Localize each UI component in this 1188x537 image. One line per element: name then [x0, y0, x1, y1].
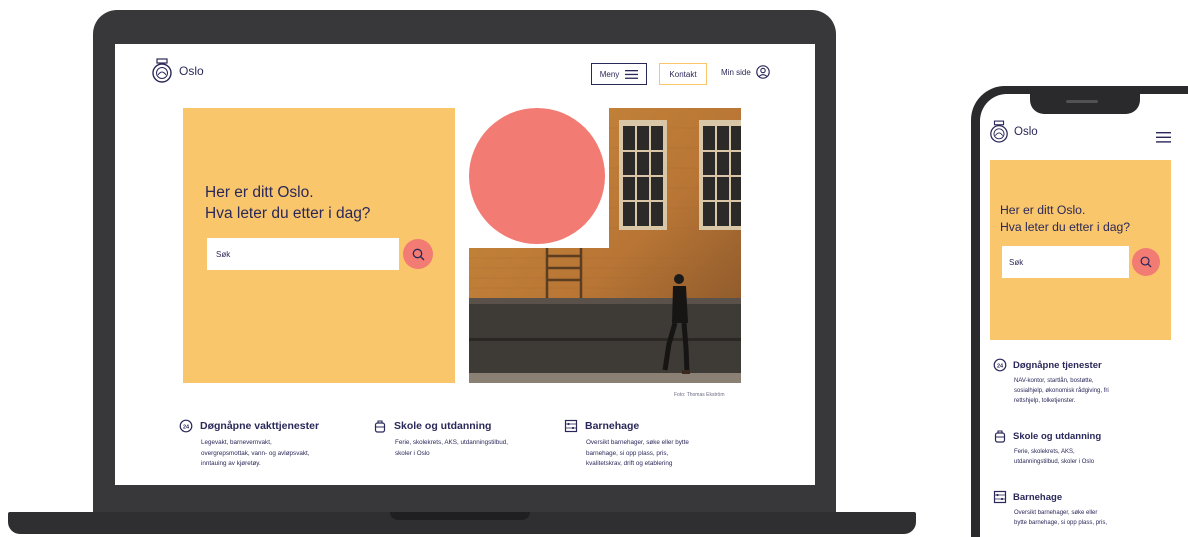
service-title: Barnehage — [1013, 491, 1063, 503]
mobile-site: Oslo Her er ditt Oslo. Hva leter du ette… — [980, 94, 1188, 537]
service-desc-line: kvalitetskrav, drift og etablering — [586, 460, 673, 467]
oslo-crest-icon — [152, 58, 172, 83]
service-desc-line: Ferie, skolekrets, AKS, — [1014, 449, 1075, 455]
service-title: Døgnåpne tjenester — [1013, 359, 1102, 371]
service-desc-line: Legevakt, barnevernvakt, — [201, 439, 272, 446]
service-card-vakttjenester[interactable]: 24 Døgnåpne vakttjenester Legevakt, barn… — [179, 419, 319, 470]
search-button[interactable] — [403, 239, 433, 269]
service-desc-line: overgrepsmottak, vann- og avløpsvakt, — [201, 449, 310, 457]
backpack-icon — [374, 420, 386, 433]
hero-title-line-2: Hva leter du etter i dag? — [1000, 220, 1131, 234]
hero-title-line-2: Hva leter du etter i dag? — [205, 205, 371, 222]
logo-text: Oslo — [1014, 126, 1038, 138]
24h-clock-icon: 24 — [993, 358, 1007, 372]
service-desc-line: rettshjelp, tolketjenster. — [1014, 398, 1076, 404]
oslo-crest-icon — [990, 120, 1008, 143]
abacus-icon — [564, 419, 578, 433]
service-description: Legevakt, barnevernvakt, overgrepsmottak… — [201, 438, 319, 470]
service-desc-line: utdanningstilbud, skoler i Oslo — [1014, 459, 1095, 465]
phone-notch — [1030, 94, 1140, 114]
hero-title: Her er ditt Oslo. Hva leter du etter i d… — [205, 182, 370, 224]
hero-panel: Her er ditt Oslo. Hva leter du etter i d… — [183, 108, 455, 383]
service-desc-line: sosialhjelp, økonomisk rådgiving, fri — [1014, 388, 1109, 394]
service-description: NAV-kontor, startlån, bostøtte, sosialhj… — [1014, 376, 1164, 406]
svg-text:24: 24 — [997, 363, 1004, 369]
site-logo[interactable]: Oslo — [151, 58, 204, 84]
desktop-site: Oslo Meny Kontakt Min side Her er ditt O… — [115, 44, 815, 485]
user-icon — [755, 65, 770, 79]
service-desc-line: bytte barnehage, si opp plass, pris, — [1014, 520, 1108, 526]
search-icon — [412, 248, 424, 260]
service-title: Døgnåpne vakttjenester — [200, 420, 320, 432]
mobile-search-input[interactable] — [1002, 246, 1129, 278]
service-title: Skole og utdanning — [1013, 430, 1102, 442]
service-desc-line: inntauing av kjøretøy. — [201, 460, 261, 467]
menu-label: Meny — [599, 69, 620, 79]
my-page-label: Min side — [721, 67, 751, 77]
mobile-hero-panel: Her er ditt Oslo. Hva leter du etter i d… — [990, 160, 1171, 340]
hero-photo — [469, 108, 741, 383]
service-desc-line: Oversikt barnehager, søke eller bytte — [586, 439, 689, 446]
service-desc-line: Oversikt barnehager, søke eller — [1014, 510, 1098, 516]
service-desc-line: Ferie, skolekrets, AKS, utdanningstilbud… — [395, 439, 509, 446]
service-description: Oversikt barnehager, søke eller bytte ba… — [586, 438, 689, 470]
laptop-hinge — [390, 512, 530, 520]
mobile-menu-button[interactable] — [1156, 130, 1171, 148]
phone-speaker — [1066, 100, 1098, 103]
contact-button[interactable]: Kontakt — [659, 63, 707, 85]
service-desc-line: skoler i Oslo — [395, 449, 430, 457]
hero-title-line-1: Her er ditt Oslo. — [205, 184, 314, 201]
hero-title-line-1: Her er ditt Oslo. — [1000, 203, 1086, 217]
search-icon — [1140, 256, 1152, 268]
hamburger-icon — [625, 69, 639, 79]
service-description: Ferie, skolekrets, AKS, utdanningstilbud… — [395, 438, 508, 459]
service-card-skole[interactable]: Skole og utdanning Ferie, skolekrets, AK… — [373, 419, 508, 459]
mobile-service-card-barnehage[interactable]: Barnehage Oversikt barnehager, søke elle… — [993, 490, 1164, 528]
service-title: Barnehage — [585, 420, 640, 432]
service-title: Skole og utdanning — [394, 420, 492, 432]
photo-credit: Foto: Thomas Ekström — [674, 392, 725, 398]
search-input[interactable] — [207, 238, 399, 270]
svg-text:24: 24 — [183, 424, 190, 430]
my-page-link[interactable]: Min side — [721, 65, 770, 79]
service-description: Ferie, skolekrets, AKS, utdanningstilbud… — [1014, 447, 1164, 467]
24h-clock-icon: 24 — [179, 419, 193, 433]
hero-title: Her er ditt Oslo. Hva leter du etter i d… — [1000, 202, 1130, 236]
logo-text: Oslo — [179, 64, 204, 78]
service-desc-line: NAV-kontor, startlån, bostøtte, — [1014, 378, 1094, 384]
mobile-service-card-tjenester[interactable]: 24 Døgnåpne tjenester NAV-kontor, startl… — [993, 358, 1164, 406]
backpack-icon — [994, 430, 1006, 443]
mobile-site-logo[interactable]: Oslo — [989, 120, 1038, 144]
service-description: Oversikt barnehager, søke eller bytte ba… — [1014, 508, 1164, 528]
mobile-service-card-skole[interactable]: Skole og utdanning Ferie, skolekrets, AK… — [993, 429, 1164, 467]
service-card-barnehage[interactable]: Barnehage Oversikt barnehager, søke elle… — [564, 419, 689, 470]
menu-button[interactable]: Meny — [591, 63, 647, 85]
service-desc-line: barnehage, si opp plass, pris, — [586, 449, 669, 457]
contact-label: Kontakt — [669, 69, 697, 79]
hamburger-icon — [1156, 132, 1171, 143]
mobile-search-button[interactable] — [1132, 248, 1160, 276]
hero-photo-illustration — [469, 108, 741, 383]
abacus-icon — [993, 490, 1007, 504]
